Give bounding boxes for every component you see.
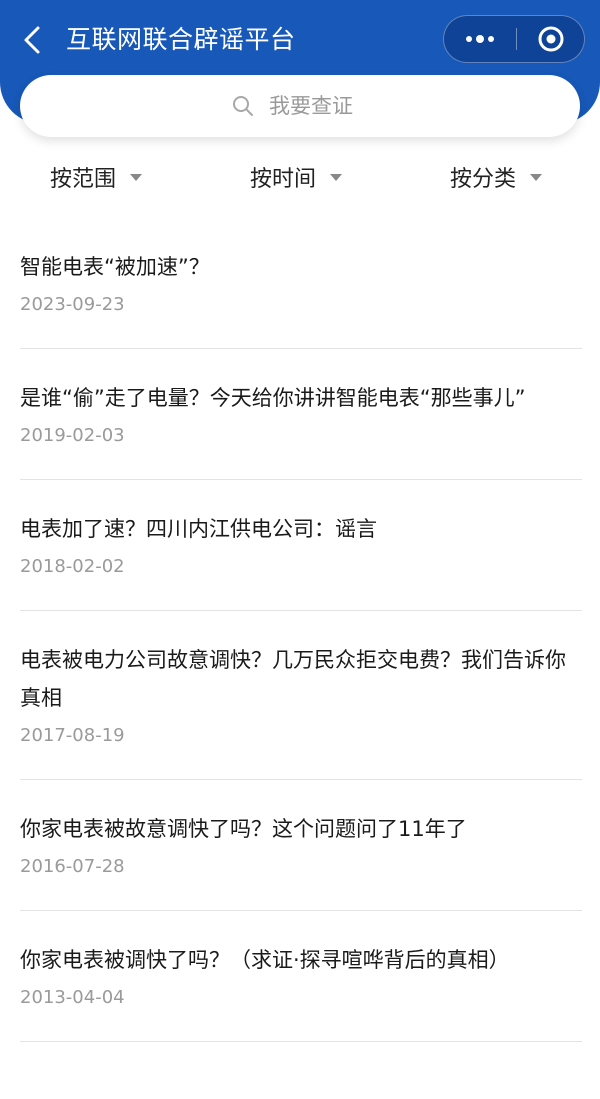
filter-category[interactable]: 按分类 [450,152,543,202]
caret-down-icon [530,173,543,181]
search-inner [231,75,369,137]
list-item[interactable]: 是谁“偷”走了电量？今天给你讲讲智能电表“那些事儿” 2019-02-03 [20,349,582,480]
article-list: 智能电表“被加速”？ 2023-09-23 是谁“偷”走了电量？今天给你讲讲智能… [20,218,582,1042]
filter-scope[interactable]: 按范围 [50,152,143,202]
filter-scope-label: 按范围 [50,167,117,192]
list-item[interactable]: 你家电表被故意调快了吗？这个问题问了11年了 2016-07-28 [20,780,582,911]
more-button[interactable] [444,16,516,62]
article-title: 是谁“偷”走了电量？今天给你讲讲智能电表“那些事儿” [20,386,526,410]
article-date: 2016-07-28 [20,856,125,877]
article-date: 2017-08-19 [20,725,125,746]
caret-down-icon [330,173,343,181]
close-mini-program-button[interactable] [517,16,585,62]
article-title: 你家电表被故意调快了吗？这个问题问了11年了 [20,817,467,841]
filter-bar: 按范围 按时间 按分类 [0,152,600,202]
article-date: 2023-09-23 [20,294,125,315]
article-title: 智能电表“被加速”？ [20,255,210,279]
list-item[interactable]: 电表加了速？四川内江供电公司：谣言 2018-02-02 [20,480,582,611]
search-icon [233,96,253,116]
filter-time[interactable]: 按时间 [250,152,343,202]
article-date: 2019-02-03 [20,425,125,446]
caret-down-icon [130,173,143,181]
filter-time-label: 按时间 [250,167,317,192]
more-dots-icon [466,35,494,43]
list-item[interactable]: 智能电表“被加速”？ 2023-09-23 [20,218,582,349]
article-date: 2013-04-04 [20,987,125,1008]
page-title: 互联网联合辟谣平台 [66,25,296,54]
article-title: 你家电表被调快了吗？（求证·探寻喧哗背后的真相） [20,948,510,972]
article-title: 电表加了速？四川内江供电公司：谣言 [20,517,377,541]
search-bar[interactable] [20,75,580,137]
article-title: 电表被电力公司故意调快？几万民众拒交电费？我们告诉你真相 [20,648,566,710]
back-button[interactable] [18,22,50,58]
list-item[interactable]: 你家电表被调快了吗？（求证·探寻喧哗背后的真相） 2013-04-04 [20,911,582,1042]
list-item[interactable]: 电表被电力公司故意调快？几万民众拒交电费？我们告诉你真相 2017-08-19 [20,611,582,780]
chevron-left-icon [24,26,40,54]
target-close-icon [538,26,564,52]
filter-category-label: 按分类 [450,167,517,192]
article-date: 2018-02-02 [20,556,125,577]
search-input[interactable] [269,94,369,118]
mini-program-capsule [443,15,585,63]
